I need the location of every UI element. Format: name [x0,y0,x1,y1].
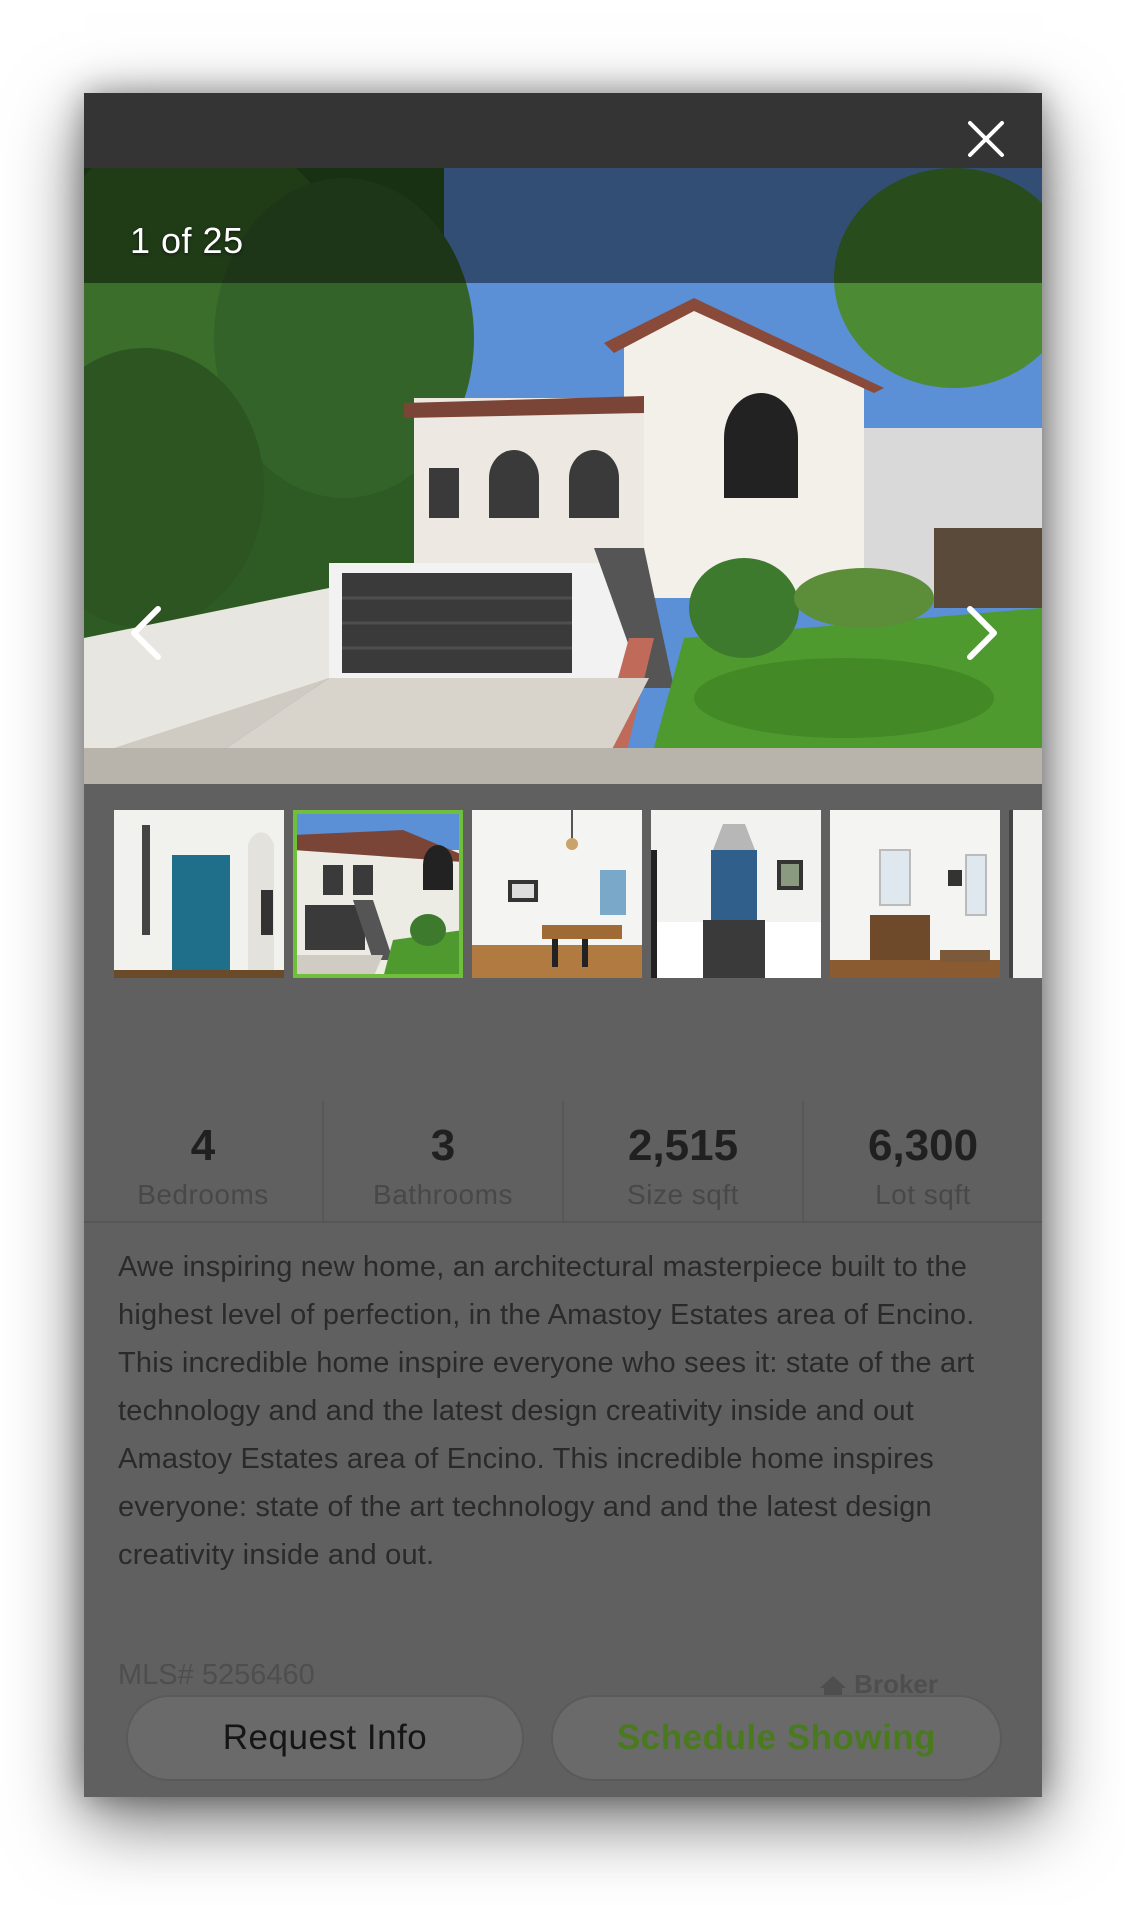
property-description: Awe inspiring new home, an architectural… [118,1251,975,1571]
thumbnail-strip[interactable] [84,784,1042,994]
stat-lot-sqft: 6,300 Lot sqft [804,1101,1042,1221]
close-button[interactable] [960,113,1012,165]
close-icon [968,121,1004,157]
stat-value: 4 [190,1121,216,1170]
request-info-button[interactable]: Request Info [126,1695,524,1781]
stat-bedrooms: 4 Bedrooms [84,1101,324,1221]
stat-size-sqft: 2,515 Size sqft [564,1101,804,1221]
house-icon [820,1675,847,1695]
mls-number: MLS# 5256460 [118,1659,315,1691]
thumbnail-4[interactable] [651,810,821,978]
stat-label: Lot sqft [875,1179,971,1210]
stat-bathrooms: 3 Bathrooms [324,1101,564,1221]
stat-value: 3 [430,1121,456,1170]
photo-gallery-modal: 1 of 25 4 Bedrooms 3 Bathrooms 2,515 Siz… [84,93,1042,1797]
photo-counter: 1 of 25 [130,220,244,261]
chevron-right-icon [967,606,997,660]
stat-value: 2,515 [627,1121,739,1170]
chevron-left-icon [131,606,161,660]
thumbnail-5[interactable] [830,810,1000,978]
stat-label: Bedrooms [137,1179,269,1210]
thumbnail-3[interactable] [472,810,642,978]
thumbnail-6-partial[interactable] [1009,810,1042,978]
thumbnail-2-selected[interactable] [293,810,463,978]
stat-value: 6,300 [867,1121,979,1170]
next-photo-button[interactable] [952,593,1012,673]
stat-label: Size sqft [627,1179,739,1210]
thumbnail-1[interactable] [114,810,284,978]
property-stats: 4 Bedrooms 3 Bathrooms 2,515 Size sqft 6… [84,1101,1042,1223]
previous-photo-button[interactable] [116,593,176,673]
stat-label: Bathrooms [373,1179,513,1210]
schedule-showing-button[interactable]: Schedule Showing [551,1695,1002,1781]
